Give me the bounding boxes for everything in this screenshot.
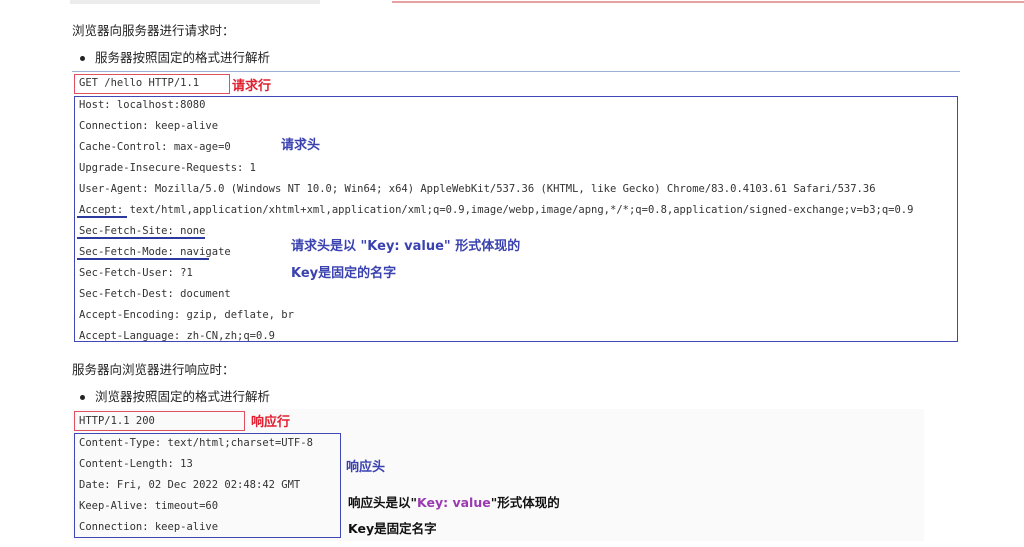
response-headers-label: 响应头 — [346, 460, 386, 475]
sec-fetch-mode-underline — [77, 258, 209, 260]
top-toolbar-strip — [70, 0, 1024, 5]
request-headers-label: 请求头 — [281, 138, 321, 153]
response-header-line: Keep-Alive: timeout=60 — [79, 500, 219, 512]
response-bullet-text: 浏览器按照固定的格式进行解析 — [95, 389, 271, 404]
bullet-dot — [80, 56, 85, 61]
request-heading: 浏览器向服务器进行请求时： — [72, 23, 235, 38]
response-header-line: Content-Type: text/html;charset=UTF-8 — [79, 437, 313, 449]
sec-fetch-site-underline — [77, 237, 205, 239]
request-bullet-text: 服务器按照固定的格式进行解析 — [95, 50, 271, 65]
accept-underline — [77, 216, 127, 218]
response-format-note-post: "形式体现的 — [490, 495, 560, 510]
status-line-label: 响应行 — [251, 415, 291, 430]
bullet-dot — [80, 395, 85, 400]
section-divider — [72, 71, 960, 72]
red-highlight-edge — [392, 1, 1024, 3]
response-bullet: 浏览器按照固定的格式进行解析 — [80, 386, 270, 405]
status-line: HTTP/1.1 200 — [79, 415, 155, 427]
response-heading: 服务器向浏览器进行响应时： — [72, 362, 235, 377]
response-header-line: Content-Length: 13 — [79, 458, 193, 470]
request-bullet: 服务器按照固定的格式进行解析 — [80, 47, 270, 66]
response-header-line: Connection: keep-alive — [79, 521, 219, 533]
request-format-note: 请求头是以 "Key: value" 形式体现的 — [291, 239, 521, 254]
request-line: GET /hello HTTP/1.1 — [79, 77, 200, 89]
response-format-note: 响应头是以"Key: value"形式体现的 — [348, 492, 560, 511]
request-key-note: Key是固定的名字 — [291, 266, 397, 281]
request-line-label: 请求行 — [232, 79, 272, 94]
response-key-note: Key是固定名字 — [348, 521, 437, 536]
response-format-note-pre: 响应头是以" — [348, 495, 418, 510]
devtools-tab-strip — [70, 0, 320, 4]
response-format-note-key: Key: value — [417, 495, 491, 510]
response-header-line: Date: Fri, 02 Dec 2022 02:48:42 GMT — [79, 479, 301, 491]
request-headers-box — [74, 96, 958, 342]
